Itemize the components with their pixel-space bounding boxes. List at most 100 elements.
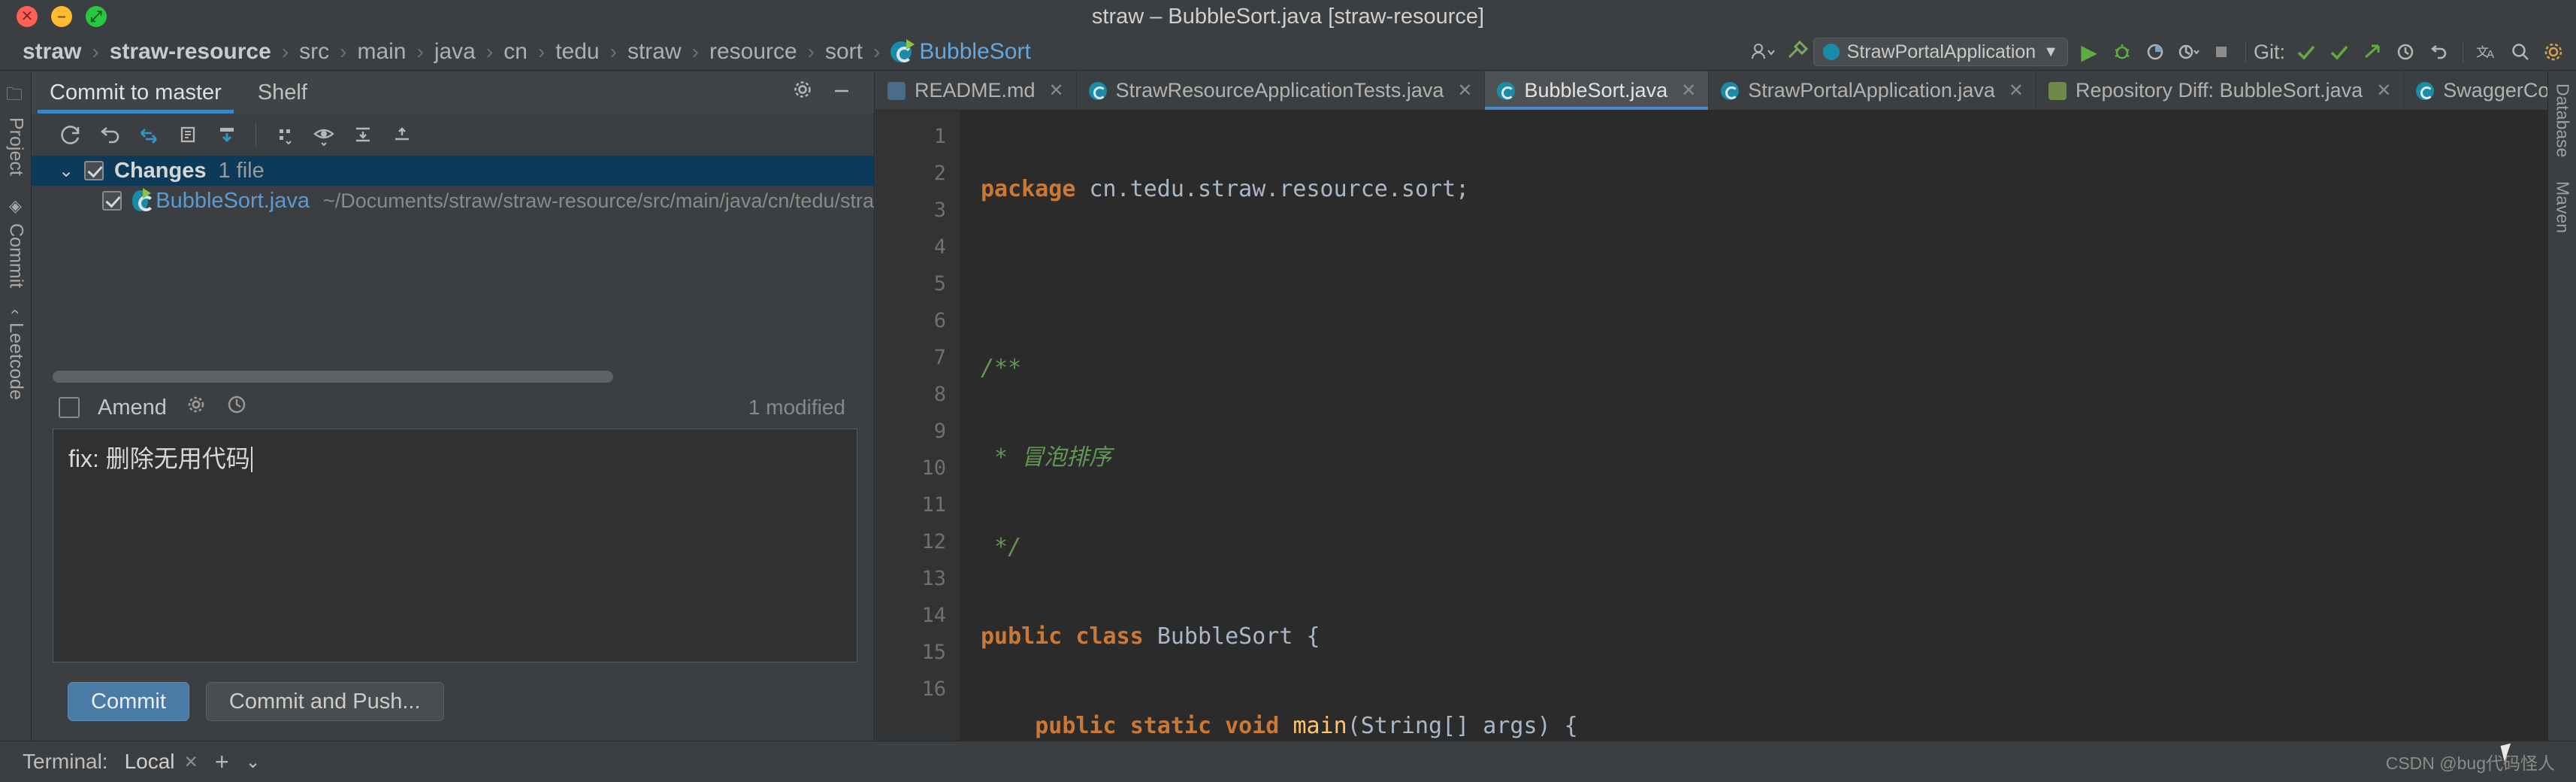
breadcrumb-item-sort[interactable]: sort	[825, 39, 863, 65]
code-line-4: * 冒泡排序	[981, 439, 2576, 476]
minimize-panel-icon[interactable]	[830, 78, 853, 107]
gear-icon[interactable]	[791, 78, 814, 107]
sidebar-item-commit[interactable]: ◈ Commit	[0, 186, 32, 299]
breadcrumb-item-java[interactable]: java	[434, 39, 476, 65]
sidebar-item-leetcode[interactable]: ‹ Leetcode	[0, 299, 32, 410]
git-rollback-icon[interactable]	[2422, 33, 2455, 71]
scrollbar-thumb[interactable]	[53, 371, 613, 383]
breadcrumb-item-tedu[interactable]: tedu	[555, 39, 599, 65]
tab-bubblesort-java[interactable]: BubbleSort.java ✕	[1485, 71, 1710, 110]
user-avatar-icon[interactable]	[1746, 33, 1780, 71]
translate-icon[interactable]: 文A	[2471, 33, 2504, 71]
stop-button[interactable]	[2205, 33, 2238, 71]
git-push-icon[interactable]	[2356, 33, 2389, 71]
run-with-coverage-button[interactable]	[2139, 33, 2172, 71]
expand-all-icon[interactable]	[343, 117, 382, 152]
run-button[interactable]: ▶	[2073, 33, 2106, 71]
gear-icon[interactable]	[2537, 33, 2570, 71]
git-commit-icon[interactable]	[2323, 33, 2356, 71]
commit-message-input[interactable]: fix: 删除无用代码	[53, 429, 857, 662]
collapse-all-icon[interactable]	[382, 117, 422, 152]
tab-strawresourceapplicationtests[interactable]: StrawResourceApplicationTests.java ✕	[1077, 71, 1486, 110]
code-token: * 冒泡排序	[981, 444, 1112, 471]
breadcrumb-item-straw2[interactable]: straw	[627, 39, 682, 65]
line-number: 12	[921, 530, 946, 553]
update-icon[interactable]	[207, 117, 246, 152]
refresh-icon[interactable]	[51, 117, 90, 152]
line-number: 2	[933, 162, 946, 185]
code-token: class	[1075, 623, 1157, 650]
history-clock-icon[interactable]	[225, 393, 248, 422]
add-terminal-button[interactable]: +	[215, 748, 229, 776]
profiler-button[interactable]	[2172, 33, 2205, 71]
changes-group-row[interactable]: ⌄ Changes 1 file	[32, 156, 874, 186]
minimize-window-button[interactable]: –	[51, 6, 72, 27]
preview-eye-icon[interactable]	[304, 117, 343, 152]
group-by-icon[interactable]	[168, 117, 207, 152]
commit-panel-tabs: Commit to master Shelf	[32, 71, 874, 114]
status-bar: Terminal: Local ✕ + ⌄ CSDN @bug代码怪人	[0, 741, 2576, 782]
close-window-button[interactable]: ✕	[17, 6, 38, 27]
file-checkbox[interactable]	[102, 191, 122, 211]
table-row[interactable]: BubbleSort.java ~/Documents/straw/straw-…	[32, 186, 874, 216]
show-diff-icon[interactable]	[129, 117, 168, 152]
changes-tree[interactable]: ⌄ Changes 1 file BubbleSort.java ~/Docum…	[32, 156, 874, 367]
toolbar-divider	[255, 122, 256, 147]
line-number: 16	[921, 677, 946, 701]
grid-icon[interactable]	[265, 117, 304, 152]
breadcrumb-item-resource[interactable]: resource	[709, 39, 797, 65]
maximize-window-button[interactable]: ⤢	[86, 6, 107, 27]
maximize-icon: ⤢	[90, 8, 102, 25]
breadcrumb-separator-icon: ›	[537, 39, 546, 63]
code-line-1: package cn.tedu.straw.resource.sort;	[981, 171, 2576, 208]
code-editor[interactable]: 1 2 3 4 5 6 7 8 9 10 11 12 13 14 15 16 p…	[875, 111, 2576, 741]
commit-and-push-button[interactable]: Commit and Push...	[205, 682, 444, 721]
text-caret	[250, 447, 252, 472]
breadcrumb-item-straw[interactable]: straw	[23, 39, 81, 65]
code-token: BubbleSort	[1156, 623, 1293, 650]
build-hammer-icon[interactable]	[1780, 33, 1813, 71]
run-config-icon	[1822, 44, 1840, 60]
sidebar-item-project[interactable]: 🗀 Project	[0, 71, 32, 186]
terminal-tab-local[interactable]: Local ✕	[125, 750, 198, 774]
sidebar-item-maven[interactable]: Maven	[2548, 169, 2576, 245]
tab-commit-to-master-label: Commit to master	[50, 80, 222, 105]
changes-group-checkbox[interactable]	[84, 161, 104, 180]
code-content[interactable]: package cn.tedu.straw.resource.sort; /**…	[960, 111, 2576, 741]
tab-strawportalapplication[interactable]: StrawPortalApplication.java ✕	[1709, 71, 2036, 110]
tab-repository-diff[interactable]: Repository Diff: BubbleSort.java ✕	[2036, 71, 2405, 110]
breadcrumb-item-bubblesort[interactable]: BubbleSort	[919, 39, 1030, 65]
toolbar-divider	[2245, 41, 2246, 62]
breadcrumb-item-straw-resource[interactable]: straw-resource	[110, 39, 271, 65]
rollback-icon[interactable]	[90, 117, 129, 152]
tab-readme-md[interactable]: README.md ✕	[875, 71, 1077, 110]
breadcrumb-item-cn[interactable]: cn	[503, 39, 528, 65]
close-icon[interactable]: ✕	[1049, 80, 1064, 102]
close-icon[interactable]: ✕	[2376, 80, 2391, 102]
breadcrumb-item-main[interactable]: main	[357, 39, 406, 65]
tab-commit-to-master[interactable]: Commit to master	[32, 71, 240, 114]
tab-shelf[interactable]: Shelf	[240, 71, 325, 114]
git-update-icon[interactable]	[2290, 33, 2323, 71]
chevron-down-icon[interactable]: ⌄	[246, 751, 261, 773]
chevron-down-icon[interactable]: ⌄	[59, 160, 84, 182]
debug-button[interactable]	[2106, 33, 2139, 71]
sidebar-item-database[interactable]: Database	[2548, 71, 2576, 169]
amend-checkbox[interactable]	[59, 397, 80, 418]
breadcrumb-separator-icon: ›	[281, 39, 289, 63]
run-configuration-selector[interactable]: StrawPortalApplication ▼	[1813, 38, 2068, 66]
breadcrumb-item-src[interactable]: src	[299, 39, 329, 65]
gear-icon[interactable]	[185, 393, 207, 422]
modified-count-label: 1 modified	[748, 396, 845, 419]
changes-horizontal-scrollbar[interactable]	[32, 367, 874, 386]
scrollbar-track[interactable]	[53, 371, 853, 383]
close-icon[interactable]: ✕	[2009, 80, 2024, 102]
close-icon[interactable]: ✕	[1457, 80, 1472, 102]
close-icon[interactable]: ✕	[184, 752, 198, 772]
close-icon[interactable]: ✕	[1681, 80, 1696, 102]
search-icon[interactable]	[2504, 33, 2537, 71]
git-history-icon[interactable]	[2389, 33, 2422, 71]
code-token: ) {	[1537, 713, 1578, 739]
commit-button[interactable]: Commit	[68, 682, 189, 721]
